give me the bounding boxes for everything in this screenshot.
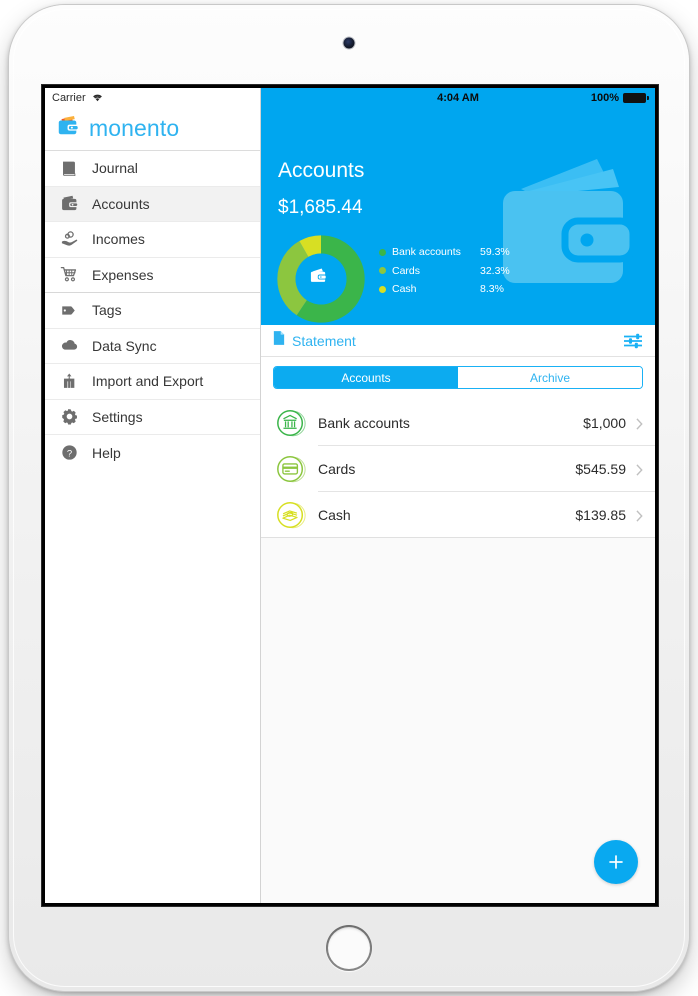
sidebar-item-incomes[interactable]: Incomes: [45, 222, 260, 258]
battery-percent-label: 100%: [590, 91, 619, 104]
add-account-button[interactable]: [594, 840, 638, 884]
tablet-device: Carrier monento Journal Accounts Incomes…: [9, 5, 689, 991]
bank-icon: [275, 407, 307, 439]
accounts-list: Bank accounts $1,000 Cards $545.59 Cash …: [261, 400, 655, 538]
main-pane: 4:04 AM 100% Accounts $1,685.44 Bank acc…: [261, 88, 655, 903]
legend-value: 8.3%: [480, 283, 504, 295]
table-row[interactable]: Bank accounts $1,000: [261, 400, 655, 445]
chevron-right-icon: [636, 509, 643, 522]
statement-bar: Statement: [261, 325, 655, 357]
legend-item: Cash 8.3%: [379, 284, 520, 295]
legend-label: Cards: [392, 264, 421, 277]
empty-content-area: [261, 538, 655, 903]
chart-legend: Bank accounts 59.3% Cards 32.3% Cash 8.3…: [379, 247, 520, 303]
carrier-label: Carrier: [52, 91, 86, 104]
cloud-icon: [59, 335, 80, 356]
front-camera: [343, 37, 355, 49]
sliders-icon[interactable]: [623, 332, 643, 350]
app-root: Carrier monento Journal Accounts Incomes…: [45, 88, 655, 903]
legend-value: 59.3%: [480, 246, 510, 258]
gear-icon: [59, 406, 80, 427]
sidebar: Carrier monento Journal Accounts Incomes…: [45, 88, 261, 903]
segmented-control-wrapper: Accounts Archive: [261, 357, 655, 400]
account-name: Cash: [318, 506, 351, 523]
plus-icon: [609, 855, 623, 869]
total-balance: $1,685.44: [278, 197, 363, 218]
legend-value: 32.3%: [480, 264, 510, 277]
sidebar-item-help[interactable]: ? Help: [45, 435, 260, 471]
sidebar-item-label: Settings: [92, 408, 143, 425]
credit-card-icon: [275, 453, 307, 485]
accounts-donut-chart: [273, 231, 369, 325]
segmented-control: Accounts Archive: [273, 366, 643, 389]
table-row[interactable]: Cash $139.85: [261, 492, 655, 537]
chevron-right-icon: [636, 417, 643, 430]
wallet-icon: [59, 193, 80, 214]
sidebar-item-import-export[interactable]: Import and Export: [45, 364, 260, 400]
battery-full-icon: [623, 92, 649, 103]
sidebar-item-label: Incomes: [92, 231, 145, 248]
sidebar-item-label: Accounts: [92, 195, 150, 212]
legend-color-dot: [379, 285, 386, 293]
sidebar-item-label: Expenses: [92, 266, 154, 283]
sidebar-item-tags[interactable]: Tags: [45, 293, 260, 329]
account-amount: $139.85: [575, 506, 626, 523]
hand-coins-icon: [59, 229, 80, 250]
statement-label: Statement: [292, 332, 356, 349]
tab-archive[interactable]: Archive: [458, 367, 642, 388]
sidebar-item-data-sync[interactable]: Data Sync: [45, 329, 260, 364]
svg-text:?: ?: [67, 449, 72, 460]
account-amount: $1,000: [583, 414, 626, 431]
sidebar-nav: Journal Accounts Incomes Expenses Tags D…: [45, 151, 260, 903]
account-name: Cards: [318, 460, 356, 477]
device-screen: Carrier monento Journal Accounts Incomes…: [42, 85, 658, 906]
account-amount: $545.59: [575, 460, 626, 477]
legend-color-dot: [379, 267, 386, 275]
legend-color-dot: [379, 248, 386, 256]
legend-label: Cash: [392, 283, 417, 295]
brand-name: monento: [89, 115, 180, 141]
sidebar-item-label: Tags: [92, 302, 122, 319]
home-button[interactable]: [326, 925, 372, 971]
cash-stack-icon: [275, 499, 307, 531]
sidebar-item-label: Journal: [92, 160, 138, 177]
document-icon: [273, 330, 285, 351]
accounts-hero: Accounts $1,685.44 Bank accounts 59.3% C…: [261, 107, 655, 325]
page-title: Accounts: [278, 159, 365, 182]
legend-label: Bank accounts: [392, 246, 461, 258]
export-box-icon: [59, 371, 80, 392]
book-icon: [59, 158, 80, 179]
legend-item: Cards 32.3%: [379, 264, 520, 277]
chevron-right-icon: [636, 463, 643, 476]
question-circle-icon: ?: [59, 442, 80, 463]
sidebar-item-accounts[interactable]: Accounts: [45, 186, 260, 222]
sidebar-item-label: Help: [92, 444, 121, 461]
sidebar-item-journal[interactable]: Journal: [45, 151, 260, 187]
tag-icon: [59, 300, 80, 321]
legend-item: Bank accounts 59.3%: [379, 247, 520, 258]
wallet-logo-icon: [56, 114, 80, 143]
sidebar-item-expenses[interactable]: Expenses: [45, 258, 260, 293]
account-name: Bank accounts: [318, 414, 410, 431]
tab-accounts[interactable]: Accounts: [274, 367, 458, 388]
shopping-cart-icon: [59, 264, 80, 285]
table-row[interactable]: Cards $545.59: [261, 446, 655, 491]
main-status-bar: 4:04 AM 100%: [261, 88, 655, 107]
sidebar-item-settings[interactable]: Settings: [45, 400, 260, 435]
sidebar-item-label: Data Sync: [92, 337, 157, 354]
status-time: 4:04 AM: [437, 91, 479, 104]
app-brand: monento: [45, 107, 260, 151]
sidebar-item-label: Import and Export: [92, 373, 204, 390]
sidebar-status-bar: Carrier: [45, 88, 260, 107]
wifi-icon: [91, 92, 104, 103]
